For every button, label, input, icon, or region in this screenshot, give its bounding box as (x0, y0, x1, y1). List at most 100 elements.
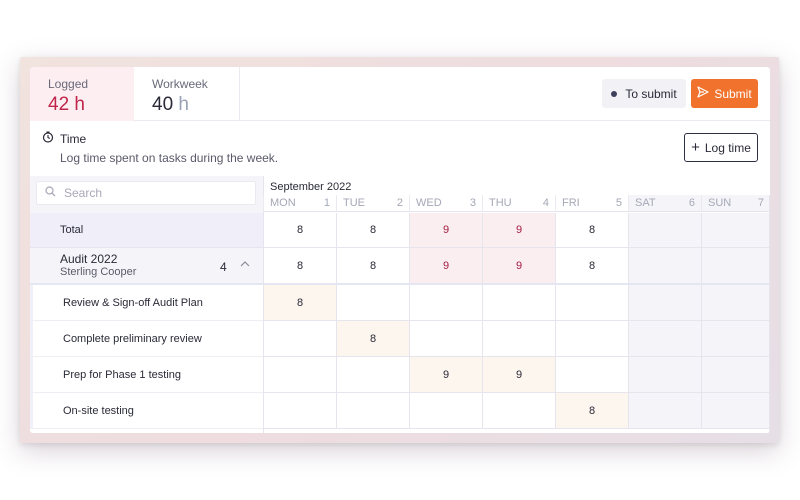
status-dot-icon (611, 90, 618, 97)
submit-button[interactable]: Submit (691, 79, 758, 108)
day-name: SUN (708, 197, 732, 209)
search-placeholder: Search (64, 186, 103, 200)
task-row-label[interactable]: Review & Sign-off Audit Plan (30, 285, 263, 321)
task-cell[interactable] (409, 393, 482, 429)
task-cell[interactable] (555, 285, 628, 321)
client-row[interactable]: Audit 2022 Sterling Cooper 4 (30, 248, 263, 285)
day-name: FRI (562, 197, 580, 209)
day-header-sat: SAT 6 (628, 195, 701, 212)
logged-number: 42 (48, 94, 70, 115)
logged-label: Logged (48, 77, 89, 91)
task-cell[interactable] (336, 285, 409, 321)
task-cell[interactable] (628, 285, 701, 321)
task-cell[interactable]: 8 (263, 285, 336, 321)
task-row-label[interactable]: Complete preliminary review (30, 321, 263, 357)
section-title: Time (42, 131, 86, 146)
task-cell[interactable] (336, 357, 409, 393)
client-project-name: Audit 2022 (60, 251, 118, 266)
total-cell-wed: 9 (409, 213, 482, 248)
day-number: 2 (396, 197, 403, 209)
send-icon (697, 86, 709, 101)
total-cell-mon: 8 (263, 213, 336, 248)
client-organization: Sterling Cooper (60, 265, 137, 278)
task-cell[interactable]: 9 (482, 357, 555, 393)
day-header-sun: SUN 7 (701, 195, 770, 212)
workweek-label: Workweek (152, 77, 208, 91)
task-row-label[interactable]: On-site testing (30, 393, 263, 429)
task-row-label[interactable]: Prep for Phase 1 testing (30, 357, 263, 393)
timesheet-panel: Logged 42 h Workweek 40 h To submit Subm… (30, 67, 770, 433)
search-input[interactable]: Search (36, 181, 256, 205)
day-number: 1 (323, 197, 330, 209)
to-submit-button[interactable]: To submit (602, 79, 686, 108)
day-header-fri: FRI 5 (555, 195, 628, 212)
task-cell[interactable]: 9 (409, 357, 482, 393)
total-cell-sun (701, 213, 770, 248)
day-number: 5 (615, 197, 622, 209)
day-header-mon: MON 1 (263, 195, 336, 212)
task-cell[interactable] (482, 321, 555, 357)
task-cell[interactable] (482, 285, 555, 321)
task-cell[interactable] (263, 393, 336, 429)
day-name: TUE (343, 197, 365, 209)
section-description: Log time spent on tasks during the week. (60, 151, 279, 165)
task-cell[interactable] (263, 321, 336, 357)
submit-label: Submit (714, 86, 752, 101)
task-cell[interactable] (482, 393, 555, 429)
total-cell-fri: 8 (555, 213, 628, 248)
client-cell-wed: 9 (409, 248, 482, 285)
client-cell-sat (628, 248, 701, 285)
to-submit-label: To submit (625, 86, 677, 101)
stats-bar: Logged 42 h Workweek 40 h To submit Subm… (30, 67, 770, 121)
search-icon (45, 186, 56, 200)
task-cell[interactable] (628, 393, 701, 429)
client-cell-mon: 8 (263, 248, 336, 285)
total-cell-sat (628, 213, 701, 248)
workweek-value: 40 h (152, 94, 239, 116)
day-number: 7 (757, 197, 764, 209)
task-cell[interactable]: 8 (555, 393, 628, 429)
total-row-label: Total (30, 213, 263, 248)
day-name: THU (489, 197, 512, 209)
task-cell[interactable] (701, 285, 770, 321)
day-header-thu: THU 4 (482, 195, 555, 212)
timesheet-grid: Search September 2022 MON 1 TUE 2 WED 3 … (30, 176, 770, 433)
client-cell-thu: 9 (482, 248, 555, 285)
client-text: Audit 2022 Sterling Cooper (60, 251, 137, 279)
grid-edge (769, 195, 770, 433)
timer-icon (42, 131, 54, 146)
day-name: SAT (635, 197, 656, 209)
chevron-up-icon[interactable] (240, 260, 250, 271)
task-cell[interactable] (628, 321, 701, 357)
task-cell[interactable] (263, 357, 336, 393)
log-time-button[interactable]: + Log time (684, 133, 758, 162)
task-cell[interactable] (555, 321, 628, 357)
log-time-label: Log time (704, 140, 751, 155)
task-cell[interactable] (701, 321, 770, 357)
logged-unit: h (74, 94, 85, 115)
day-name: MON (270, 197, 296, 209)
day-header-wed: WED 3 (409, 195, 482, 212)
logged-stat: Logged 42 h (30, 67, 134, 121)
search-area: Search (30, 176, 263, 213)
client-cell-fri: 8 (555, 248, 628, 285)
total-cell-thu: 9 (482, 213, 555, 248)
workweek-unit: h (178, 94, 189, 115)
section-title-text: Time (60, 131, 87, 146)
total-cell-tue: 8 (336, 213, 409, 248)
month-label: September 2022 (270, 181, 352, 193)
task-cell[interactable] (628, 357, 701, 393)
task-cell[interactable] (701, 357, 770, 393)
client-cell-sun (701, 248, 770, 285)
task-cell[interactable] (409, 321, 482, 357)
day-number: 3 (469, 197, 476, 209)
client-cell-tue: 8 (336, 248, 409, 285)
task-cell[interactable]: 8 (336, 321, 409, 357)
task-cell[interactable] (336, 393, 409, 429)
day-number: 4 (542, 197, 549, 209)
task-count-badge: 4 (220, 260, 227, 274)
task-cell[interactable] (701, 393, 770, 429)
task-cell[interactable] (555, 357, 628, 393)
task-cell[interactable] (409, 285, 482, 321)
workweek-number: 40 (152, 94, 174, 115)
